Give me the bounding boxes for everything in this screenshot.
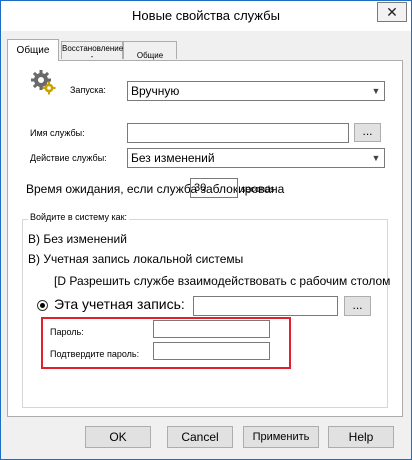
service-name-input[interactable]	[127, 123, 349, 143]
close-button[interactable]: ✕	[377, 2, 407, 22]
option-interact-desktop[interactable]: [D Разрешить службе взаимодействовать с …	[54, 274, 390, 288]
ok-button[interactable]: OK	[85, 426, 151, 448]
option-this-account[interactable]: Эта учетная запись:	[54, 296, 185, 312]
window-title: Новые свойства службы	[132, 8, 280, 23]
timeout-input[interactable]: 30	[190, 178, 238, 198]
tab-general-2-label: Общие	[136, 51, 164, 60]
option-no-change[interactable]: В) Без изменений	[28, 232, 127, 246]
password-input[interactable]	[153, 320, 270, 338]
confirm-password-input[interactable]	[153, 342, 270, 360]
startup-type-label: Запуска:	[70, 85, 106, 95]
password-label: Пароль:	[50, 327, 84, 337]
account-input[interactable]	[193, 296, 338, 316]
service-name-label: Имя службы:	[30, 128, 85, 138]
help-button[interactable]: Help	[328, 426, 394, 448]
service-gear-icon	[31, 70, 56, 95]
tab-general[interactable]: Общие	[7, 39, 59, 61]
tab-recovery[interactable]: Восстановление -	[61, 41, 123, 61]
startup-type-value: Вручную	[131, 84, 180, 98]
startup-type-dropdown[interactable]: Вручную ▼	[127, 81, 385, 101]
dialog-window: Новые свойства службы ✕ Общие Восстановл…	[0, 0, 412, 460]
confirm-password-label: Подтвердите пароль:	[50, 349, 140, 359]
tab-general-label: Общие	[16, 45, 50, 56]
this-account-radio[interactable]	[37, 300, 48, 311]
service-browse-button[interactable]: ...	[354, 123, 381, 142]
logon-group-label: Войдите в систему как:	[28, 212, 130, 222]
tab-strip: Общие Восстановление - Общие	[7, 39, 403, 61]
cancel-button[interactable]: Cancel	[167, 426, 233, 448]
chevron-down-icon: ▼	[371, 86, 381, 96]
option-local-system[interactable]: В) Учетная запись локальной системы	[28, 252, 243, 266]
service-action-value: Без изменений	[131, 151, 215, 165]
account-browse-button[interactable]: ...	[344, 296, 371, 316]
general-tab-panel: Запуска: Вручную ▼ Имя службы: ... Дейст…	[7, 60, 403, 417]
service-action-dropdown[interactable]: Без изменений ▼	[127, 148, 385, 168]
apply-button[interactable]: Применить	[243, 426, 319, 448]
timeout-unit: seconds	[241, 184, 275, 194]
tab-general-2[interactable]: Общие	[123, 41, 177, 60]
title-bar: Новые свойства службы ✕	[1, 1, 411, 31]
chevron-down-icon: ▼	[371, 153, 381, 163]
service-action-label: Действие службы:	[30, 153, 107, 163]
